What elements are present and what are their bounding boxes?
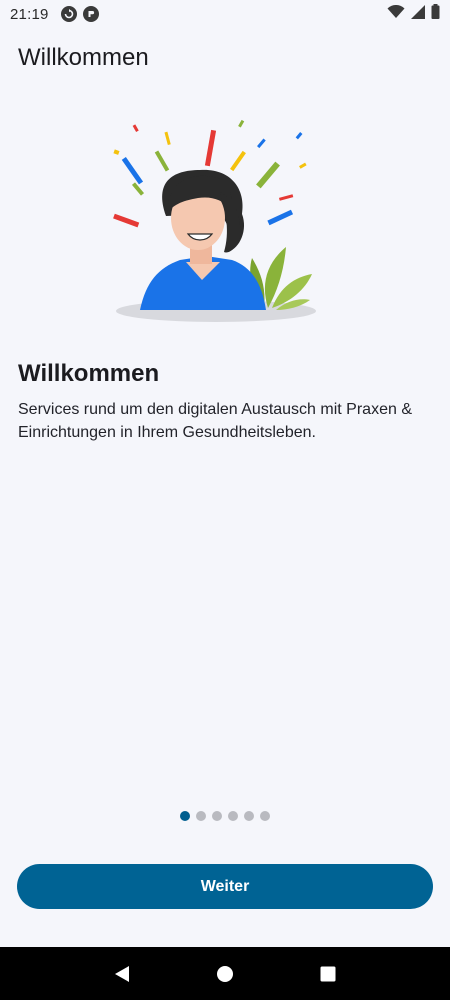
page-dot-6[interactable] — [260, 811, 270, 821]
app-notification-icon — [82, 6, 99, 22]
signal-icon — [411, 4, 425, 24]
welcome-illustration — [100, 112, 330, 332]
navigation-bar — [0, 947, 450, 1000]
status-bar: 21:19 — [0, 0, 450, 28]
wifi-icon — [387, 4, 405, 24]
page-dot-2[interactable] — [196, 811, 206, 821]
page-dot-4[interactable] — [228, 811, 238, 821]
back-icon[interactable] — [110, 962, 134, 986]
onboarding-heading: Willkommen — [18, 360, 160, 387]
home-icon[interactable] — [213, 962, 237, 986]
page-dot-3[interactable] — [212, 811, 222, 821]
welcome-screen: 21:19 Willkommen Willkommen Services run… — [0, 0, 450, 1000]
status-time: 21:19 — [10, 5, 49, 23]
status-left-icons — [60, 6, 99, 22]
page-dot-1[interactable] — [180, 811, 190, 821]
status-right-icons — [387, 4, 440, 24]
onboarding-description: Services rund um den digitalen Austausch… — [18, 401, 412, 441]
page-dot-5[interactable] — [244, 811, 254, 821]
page-title: Willkommen — [18, 44, 149, 71]
next-button[interactable]: Weiter — [17, 864, 433, 909]
recents-icon[interactable] — [316, 962, 340, 986]
battery-icon — [431, 4, 440, 24]
sync-icon — [60, 6, 77, 22]
page-indicator — [0, 811, 450, 821]
